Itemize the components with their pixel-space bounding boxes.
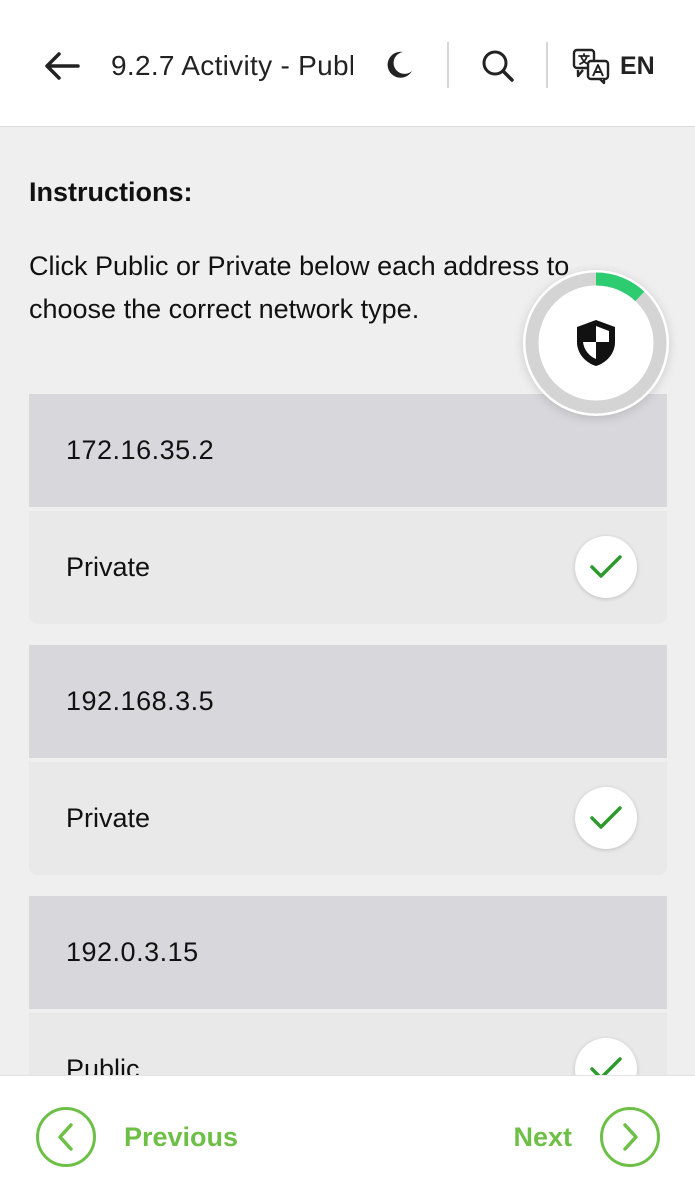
previous-button[interactable]: Previous	[36, 1104, 238, 1170]
header-divider	[546, 42, 548, 88]
next-label: Next	[513, 1121, 572, 1152]
answer-option[interactable]: Private	[29, 511, 667, 624]
check-icon	[575, 536, 637, 598]
answer-label: Private	[66, 552, 151, 582]
ip-address: 172.16.35.2	[66, 435, 215, 465]
back-button[interactable]	[42, 46, 82, 86]
check-icon	[575, 787, 637, 849]
header-divider	[447, 42, 449, 88]
search-icon	[482, 50, 514, 82]
dark-mode-toggle[interactable]	[379, 45, 419, 85]
address-row: 192.168.3.5	[29, 645, 667, 758]
bottom-nav: Previous Next	[0, 1075, 695, 1200]
answer-option[interactable]: Public	[29, 1013, 667, 1075]
answer-label: Private	[66, 803, 151, 833]
progress-indicator[interactable]	[523, 270, 669, 416]
search-button[interactable]	[477, 45, 519, 87]
chevron-right-icon	[600, 1107, 660, 1167]
translate-icon	[572, 48, 610, 84]
address-card: 192.0.3.15 Public	[29, 896, 667, 1075]
chevron-left-icon	[36, 1107, 96, 1167]
answer-option[interactable]: Private	[29, 762, 667, 875]
check-icon	[575, 1038, 637, 1075]
language-code: EN	[620, 51, 655, 80]
ip-address: 192.168.3.5	[66, 686, 215, 716]
instructions-heading: Instructions:	[29, 177, 193, 207]
previous-label: Previous	[124, 1121, 239, 1152]
top-bar: 9.2.7 Activity - Public and Private EN	[0, 0, 695, 127]
moon-icon	[387, 51, 412, 78]
address-card: 172.16.35.2 Private	[29, 394, 667, 624]
address-row: 192.0.3.15	[29, 896, 667, 1009]
address-card: 192.168.3.5 Private	[29, 645, 667, 875]
answer-label: Public	[66, 1054, 140, 1075]
shield-icon	[577, 320, 615, 366]
language-selector[interactable]: EN	[572, 44, 655, 88]
page-title: 9.2.7 Activity - Public and Private	[111, 50, 353, 81]
ip-address: 192.0.3.15	[66, 937, 199, 967]
next-button[interactable]: Next	[513, 1104, 660, 1170]
arrow-left-icon	[45, 52, 80, 80]
